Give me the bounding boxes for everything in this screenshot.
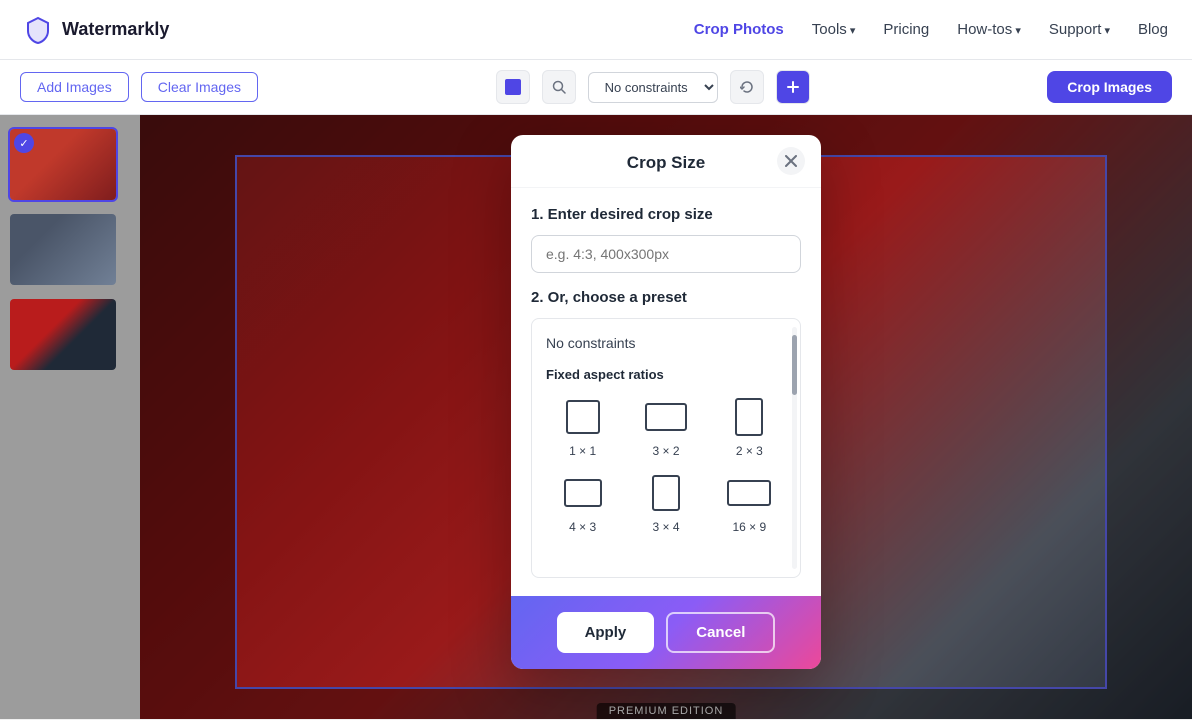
preset-2x3-label: 2 × 3 <box>736 444 763 458</box>
section1-title: 1. Enter desired crop size <box>531 206 801 223</box>
modal-overlay: Crop Size 1. Enter desired crop size 2. … <box>140 115 1192 719</box>
clear-images-button[interactable]: Clear Images <box>141 72 258 102</box>
color-swatch-icon <box>505 79 521 95</box>
nav-tools[interactable]: Tools <box>812 21 856 38</box>
search-icon <box>552 80 566 94</box>
preset-3x2-label: 3 × 2 <box>652 444 679 458</box>
preset-3x4[interactable]: 3 × 4 <box>629 472 702 534</box>
logo-area: Watermarkly <box>24 16 169 44</box>
cancel-button[interactable]: Cancel <box>666 612 775 653</box>
logo-text: Watermarkly <box>62 19 169 40</box>
landscape3-shape-icon <box>727 480 771 506</box>
preset-4x3-label: 4 × 3 <box>569 520 596 534</box>
image-canvas: Crop Size 1. Enter desired crop size 2. … <box>140 115 1192 719</box>
modal-body: 1. Enter desired crop size 2. Or, choose… <box>511 188 821 596</box>
landscape2-shape-icon <box>564 479 602 507</box>
fixed-aspect-ratios-title: Fixed aspect ratios <box>546 367 786 382</box>
portrait2-shape-icon <box>652 475 680 511</box>
nav-pricing[interactable]: Pricing <box>883 21 929 38</box>
image-sidebar: ✓ <box>0 115 140 719</box>
apply-button[interactable]: Apply <box>557 612 655 653</box>
preset-3x2[interactable]: 3 × 2 <box>629 396 702 458</box>
thumbnail-1[interactable]: ✓ <box>8 127 118 202</box>
close-icon <box>785 155 797 167</box>
action-icon <box>786 80 800 94</box>
search-button[interactable] <box>542 70 576 104</box>
preset-box: No constraints Fixed aspect ratios 1 × 1 <box>531 318 801 578</box>
preset-1x1[interactable]: 1 × 1 <box>546 396 619 458</box>
crop-images-button[interactable]: Crop Images <box>1047 71 1172 103</box>
color-picker-button[interactable] <box>496 70 530 104</box>
nav-blog[interactable]: Blog <box>1138 21 1168 38</box>
rotate-button[interactable] <box>730 70 764 104</box>
no-constraints-option[interactable]: No constraints <box>546 331 786 367</box>
preset-1x1-label: 1 × 1 <box>569 444 596 458</box>
add-images-button[interactable]: Add Images <box>20 72 129 102</box>
square-shape-icon <box>566 400 600 434</box>
action-button[interactable] <box>776 70 810 104</box>
app-header: Watermarkly Crop Photos Tools Pricing Ho… <box>0 0 1192 60</box>
preset-3x4-label: 3 × 4 <box>652 520 679 534</box>
thumbnail-3[interactable] <box>8 297 118 372</box>
modal-close-button[interactable] <box>777 147 805 175</box>
scrollbar-thumb[interactable] <box>792 335 797 395</box>
shield-icon <box>24 16 52 44</box>
preset-16x9-label: 16 × 9 <box>732 520 766 534</box>
main-area: ✓ Crop Size <box>0 115 1192 719</box>
modal-title: Crop Size <box>627 153 705 173</box>
thumbnail-2[interactable] <box>8 212 118 287</box>
preset-16x9[interactable]: 16 × 9 <box>713 472 786 534</box>
main-nav: Crop Photos Tools Pricing How-tos Suppor… <box>694 21 1168 38</box>
nav-how-tos[interactable]: How-tos <box>957 21 1021 38</box>
section2-title: 2. Or, choose a preset <box>531 289 801 306</box>
rotate-icon <box>740 80 754 94</box>
crop-size-modal: Crop Size 1. Enter desired crop size 2. … <box>511 135 821 669</box>
preset-4x3[interactable]: 4 × 3 <box>546 472 619 534</box>
preset-scroll[interactable]: No constraints Fixed aspect ratios 1 × 1 <box>532 319 800 577</box>
nav-support[interactable]: Support <box>1049 21 1110 38</box>
modal-footer: Apply Cancel <box>511 596 821 669</box>
portrait-shape-icon <box>735 398 763 436</box>
thumbnail-check-icon: ✓ <box>14 133 34 153</box>
scrollbar-track <box>792 327 797 569</box>
preset-2x3[interactable]: 2 × 3 <box>713 396 786 458</box>
toolbar: Add Images Clear Images No constraints C… <box>0 60 1192 115</box>
nav-crop-photos[interactable]: Crop Photos <box>694 21 784 38</box>
constraints-select[interactable]: No constraints <box>588 72 718 103</box>
modal-header: Crop Size <box>511 135 821 188</box>
crop-size-input[interactable] <box>531 235 801 273</box>
landscape-shape-icon <box>645 403 687 431</box>
preset-grid: 1 × 1 3 × 2 <box>546 396 786 534</box>
